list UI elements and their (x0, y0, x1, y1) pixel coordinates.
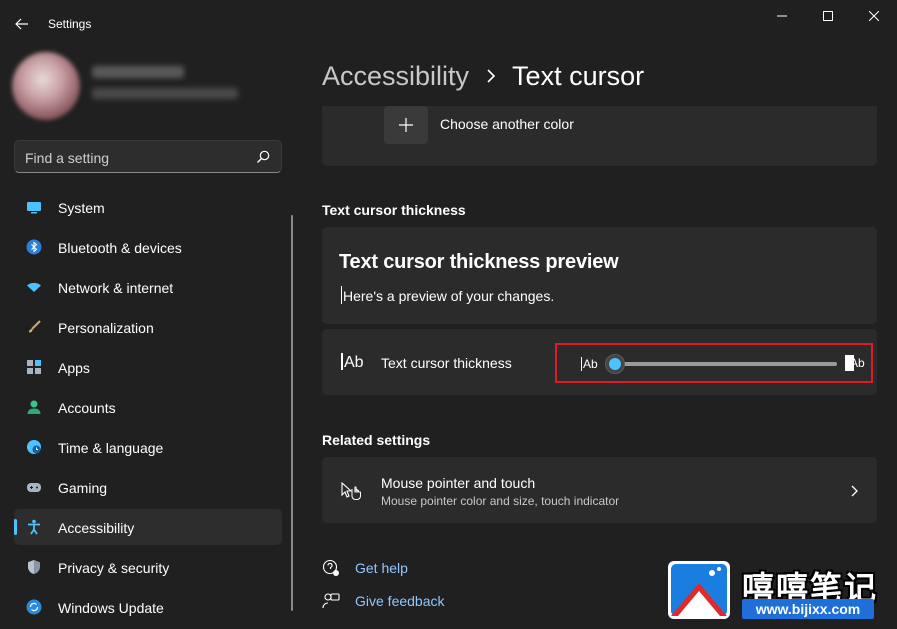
search-icon[interactable] (255, 149, 271, 165)
pointer-touch-icon (341, 481, 361, 500)
sidebar-item-label: Bluetooth & devices (58, 240, 182, 256)
minimize-button[interactable] (759, 0, 805, 32)
maximize-icon (823, 11, 833, 21)
sidebar-item-label: Personalization (58, 320, 154, 336)
related-item-subtitle: Mouse pointer color and size, touch indi… (381, 494, 620, 508)
close-icon (869, 11, 879, 21)
sidebar-item-label: Time & language (58, 440, 164, 456)
watermark-logo (668, 561, 730, 619)
thickness-setting-card: Ab Text cursor thickness Ab Ab (322, 329, 877, 395)
sidebar-item-accounts[interactable]: Accounts (14, 389, 282, 425)
active-indicator (14, 519, 17, 535)
brush-icon (29, 320, 41, 333)
page-title: Text cursor (512, 60, 645, 91)
slider-min-label: Ab (583, 357, 598, 371)
accessibility-icon (28, 519, 40, 535)
get-help-row[interactable]: Get help (322, 557, 408, 579)
sidebar-item-label: System (58, 200, 105, 216)
section-heading-related: Related settings (322, 432, 431, 448)
sidebar-item-personalization[interactable]: Personalization (14, 309, 282, 345)
thickness-preview-card: Text cursor thickness preview Here's a p… (322, 227, 877, 324)
slider-min-icon: Ab (581, 357, 598, 371)
color-options-card: Choose another color (322, 106, 877, 166)
get-help-link[interactable]: Get help (355, 560, 408, 576)
title-bar: Settings (0, 0, 897, 48)
bluetooth-icon (26, 239, 42, 255)
sidebar-item-bluetooth[interactable]: Bluetooth & devices (14, 229, 282, 265)
add-color-button[interactable] (384, 106, 428, 144)
sidebar-item-label: Windows Update (58, 600, 164, 616)
globe-clock-icon (27, 440, 41, 454)
back-arrow-icon (15, 18, 28, 30)
preview-title: Text cursor thickness preview (339, 251, 619, 273)
shield-icon (28, 560, 40, 574)
mouse-pointer-touch-link[interactable]: Mouse pointer and touch Mouse pointer co… (322, 457, 877, 523)
sidebar-item-gaming[interactable]: Gaming (14, 469, 282, 505)
sidebar-item-privacy-security[interactable]: Privacy & security (14, 549, 282, 585)
apps-icon (27, 360, 41, 374)
update-icon (26, 599, 42, 615)
sidebar-item-apps[interactable]: Apps (14, 349, 282, 385)
thickness-slider-highlight: Ab Ab (555, 343, 873, 383)
give-feedback-row[interactable]: Give feedback (322, 590, 445, 612)
search-input[interactable] (25, 149, 245, 167)
chevron-right-icon (487, 69, 496, 83)
system-icon (27, 202, 41, 214)
sidebar-item-label: Privacy & security (58, 560, 170, 576)
give-feedback-link[interactable]: Give feedback (355, 593, 445, 609)
watermark-url: www.bijixx.com (742, 599, 874, 619)
breadcrumb-parent[interactable]: Accessibility (322, 61, 469, 92)
avatar (12, 52, 80, 120)
slider-max-icon: Ab (845, 355, 865, 371)
feedback-icon (322, 593, 340, 609)
text-cursor-icon: Ab (341, 353, 364, 372)
plus-icon (399, 118, 413, 132)
sidebar-item-accessibility[interactable]: Accessibility (14, 509, 282, 545)
minimize-icon (777, 15, 787, 17)
watermark: 嘻嘻笔记 www.bijixx.com (668, 561, 878, 621)
sidebar-item-label: Apps (58, 360, 90, 376)
preview-text-cursor (341, 286, 342, 304)
search-box (14, 140, 282, 173)
person-icon (27, 400, 41, 414)
sidebar-item-windows-update[interactable]: Windows Update (14, 589, 282, 625)
app-title: Settings (48, 17, 92, 31)
thickness-slider-track[interactable] (615, 362, 837, 366)
chevron-right-icon (851, 485, 858, 497)
sidebar-item-system[interactable]: System (14, 189, 282, 225)
profile-name-blurred (92, 66, 184, 78)
thickness-slider-thumb[interactable] (605, 354, 625, 374)
preview-text: Here's a preview of your changes. (343, 288, 555, 304)
sidebar-item-label: Gaming (58, 480, 108, 496)
related-item-title: Mouse pointer and touch (381, 475, 536, 491)
sidebar-nav: System Bluetooth & devices Network & int… (14, 189, 282, 629)
sidebar-item-label: Accessibility (58, 520, 135, 536)
slider-max-label: Ab (850, 356, 865, 370)
sidebar-item-label: Network & internet (58, 280, 174, 296)
user-profile[interactable] (12, 52, 252, 122)
sidebar-item-time-language[interactable]: Time & language (14, 429, 282, 465)
section-heading-thickness: Text cursor thickness (322, 202, 466, 218)
sidebar-item-network[interactable]: Network & internet (14, 269, 282, 305)
profile-email-blurred (92, 88, 238, 99)
choose-another-color-label: Choose another color (440, 116, 574, 132)
gamepad-icon (27, 483, 41, 492)
breadcrumb: Accessibility Text cursor (322, 58, 644, 94)
maximize-button[interactable] (805, 0, 851, 32)
sidebar-item-label: Accounts (58, 400, 116, 416)
text-cursor-icon-text: Ab (344, 354, 364, 371)
thickness-setting-label: Text cursor thickness (381, 355, 512, 371)
window-controls (759, 0, 897, 32)
help-chat-icon (322, 559, 339, 576)
back-button[interactable] (8, 12, 36, 36)
close-button[interactable] (851, 0, 897, 32)
sidebar-scrollbar[interactable] (291, 215, 293, 611)
wifi-icon (27, 282, 41, 292)
